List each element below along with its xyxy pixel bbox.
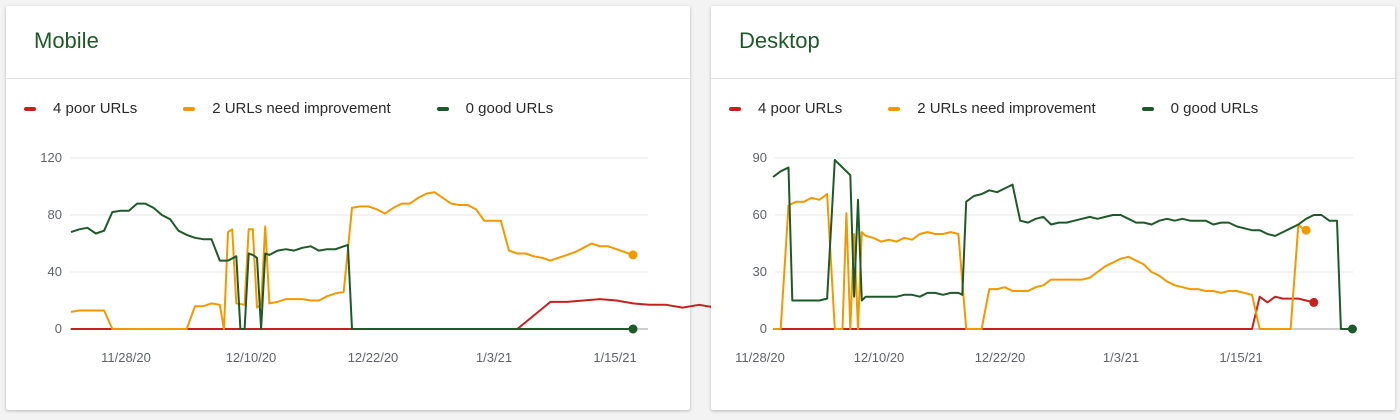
mobile-line-chart: 0 40 80 120 11/28/20 12/10/20 12/22/20 1/3/21 1/… [40,150,778,365]
x-tick-label: 1/3/21 [476,350,512,365]
series-endpoint-poor [1309,297,1319,307]
x-tick-label: 12/10/20 [854,350,905,365]
y-tick-label: 0 [760,321,767,336]
x-tick-label: 1/15/21 [1219,350,1262,365]
x-tick-label: 1/15/21 [593,350,636,365]
y-tick-label: 80 [48,207,62,222]
series-endpoint-good [1347,324,1357,334]
series-endpoint-needs-improvement [628,250,638,260]
series-line-good [70,202,633,330]
x-tick-label: 11/28/20 [735,350,785,365]
x-tick-label: 12/10/20 [226,350,277,365]
desktop-card: Desktop 4 poor URLs 2 URLs need improvem… [711,6,1395,410]
series-endpoint-good [628,324,638,334]
desktop-line-chart: 0 30 60 90 11/28/20 12/10/20 12/22/20 1/3/21 1/1… [735,150,1357,365]
y-tick-label: 0 [55,321,62,336]
x-tick-label: 12/22/20 [975,350,1026,365]
x-tick-label: 12/22/20 [348,350,399,365]
y-tick-label: 90 [753,150,767,165]
series-endpoint-needs-improvement [1301,225,1311,235]
y-tick-label: 30 [753,264,767,279]
series-line-poor [71,298,774,330]
y-tick-label: 40 [48,264,62,279]
y-tick-label: 60 [753,207,767,222]
x-tick-label: 11/28/20 [101,350,151,365]
x-tick-label: 1/3/21 [1103,350,1139,365]
y-tick-label: 120 [40,150,62,165]
mobile-card: Mobile 4 poor URLs 2 URLs need improveme… [6,6,778,410]
series-line-poor [773,295,1315,330]
